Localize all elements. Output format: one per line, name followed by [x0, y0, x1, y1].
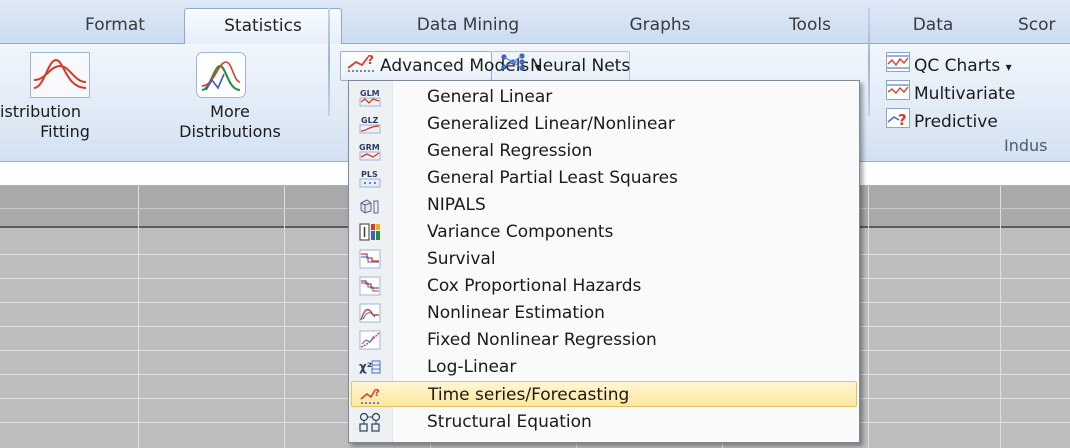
- menu-item-label: Fixed Nonlinear Regression: [427, 330, 657, 350]
- more-distributions-icon[interactable]: [196, 52, 246, 102]
- ribbon-tab-bar: Format Statistics Data Mining Graphs Too…: [0, 0, 1070, 45]
- tab-graphs[interactable]: Graphs: [600, 8, 720, 44]
- menu-item-label: NIPALS: [427, 195, 486, 215]
- dropdown-arrow-icon: ▾: [1005, 60, 1012, 74]
- ribbon-group-separator: [328, 8, 330, 116]
- more-distributions-label-2: Distributions: [179, 122, 281, 141]
- neural-network-icon: [500, 52, 526, 80]
- tab-statistics[interactable]: Statistics: [184, 8, 342, 45]
- menu-item-label: Cox Proportional Hazards: [427, 276, 642, 296]
- grid-column-line: [1000, 186, 1001, 448]
- menu-item-general-regression[interactable]: GRM General Regression: [351, 138, 857, 164]
- menu-item-fixed-nonlinear-regression[interactable]: Fixed Nonlinear Regression: [351, 327, 857, 353]
- menu-item-label: General Partial Least Squares: [427, 168, 678, 188]
- svg-text:χ²: χ²: [359, 360, 372, 374]
- tab-scorecard[interactable]: Scor: [1018, 8, 1070, 44]
- menu-item-general-linear[interactable]: GLM General Linear: [351, 84, 857, 110]
- loglinear-icon: χ²: [359, 357, 381, 377]
- svg-text:GRM: GRM: [359, 143, 380, 152]
- menu-item-nonlinear-estimation[interactable]: Nonlinear Estimation: [351, 300, 857, 326]
- variance-icon: [359, 222, 381, 242]
- tab-data[interactable]: Data: [898, 8, 968, 44]
- menu-item-survival[interactable]: Survival: [351, 246, 857, 272]
- menu-item-variance-components[interactable]: Variance Components: [351, 219, 857, 245]
- menu-item-label: Nonlinear Estimation: [427, 303, 605, 323]
- glz-icon: GLZ: [359, 114, 381, 134]
- menu-item-label: General Linear: [427, 87, 553, 107]
- menu-item-generalized-linear-nonlinear[interactable]: GLZ Generalized Linear/Nonlinear: [351, 111, 857, 137]
- menu-item-log-linear[interactable]: χ² Log-Linear: [351, 354, 857, 380]
- glm-icon: GLM: [359, 87, 381, 107]
- more-distributions-button[interactable]: More Distributions: [150, 102, 310, 142]
- menu-item-label: Survival: [427, 249, 496, 269]
- svg-text:?: ?: [898, 111, 907, 128]
- qc-charts-label: QC Charts: [914, 56, 1001, 76]
- menu-item-label: Generalized Linear/Nonlinear: [427, 114, 675, 134]
- predictive-icon: ?: [886, 108, 910, 136]
- distribution-fitting-button[interactable]: istribution Fitting: [0, 102, 140, 142]
- menu-item-nipals[interactable]: NIPALS: [351, 192, 857, 218]
- pls-icon: PLS: [359, 168, 381, 188]
- menu-item-label: General Regression: [427, 141, 593, 161]
- ribbon-group-separator: [868, 8, 870, 116]
- cox-icon: [359, 276, 381, 296]
- advanced-models-menu: GLM General Linear GLZ Generalized Linea…: [348, 80, 860, 443]
- distribution-fitting-label-1: istribution: [0, 102, 82, 121]
- qc-charts-button[interactable]: QC Charts ▾: [886, 52, 1012, 80]
- menu-item-general-partial-least-squares[interactable]: PLS General Partial Least Squares: [351, 165, 857, 191]
- distribution-fitting-label-2: Fitting: [40, 122, 90, 141]
- more-distributions-label-1: More: [210, 102, 250, 121]
- multivariate-button[interactable]: Multivariate: [886, 80, 1015, 108]
- multivariate-label: Multivariate: [914, 84, 1016, 104]
- menu-item-label: Log-Linear: [427, 357, 517, 377]
- menu-item-structural-equation[interactable]: Structural Equation: [351, 409, 857, 435]
- tab-tools[interactable]: Tools: [760, 8, 860, 44]
- survival-icon: [359, 249, 381, 269]
- multivariate-chart-icon: [886, 80, 910, 108]
- svg-text:?: ?: [374, 388, 380, 399]
- time-series-icon: ?: [346, 52, 376, 80]
- menu-item-label: Structural Equation: [427, 412, 592, 432]
- menu-item-time-series-forecasting[interactable]: ? Time series/Forecasting: [351, 381, 857, 407]
- neural-nets-button[interactable]: Neural Nets: [500, 52, 630, 80]
- industrial-group-label: Indus: [1004, 136, 1048, 155]
- distribution-fitting-icon[interactable]: [30, 52, 90, 102]
- grid-column-line: [868, 186, 869, 448]
- fixed-nonlinear-icon: [359, 330, 381, 350]
- nonlinear-icon: [359, 303, 381, 323]
- sem-icon: [359, 412, 381, 432]
- tab-data-mining[interactable]: Data Mining: [378, 8, 558, 44]
- svg-text:PLS: PLS: [361, 170, 378, 179]
- grid-column-line: [138, 186, 139, 448]
- menu-item-label: Variance Components: [427, 222, 614, 242]
- svg-text:GLZ: GLZ: [361, 116, 379, 125]
- grm-icon: GRM: [359, 141, 381, 161]
- tab-format[interactable]: Format: [40, 8, 190, 44]
- grid-column-line: [284, 186, 285, 448]
- predictive-label: Predictive: [914, 112, 998, 132]
- menu-item-cox-proportional-hazards[interactable]: Cox Proportional Hazards: [351, 273, 857, 299]
- svg-text:?: ?: [367, 53, 374, 67]
- qc-chart-icon: [886, 52, 910, 80]
- predictive-button[interactable]: ? Predictive: [886, 108, 998, 136]
- menu-item-label: Time series/Forecasting: [428, 385, 630, 405]
- svg-text:GLM: GLM: [360, 89, 380, 98]
- neural-nets-label: Neural Nets: [530, 56, 631, 76]
- nipals-icon: [359, 195, 381, 215]
- timeseries-icon: ?: [360, 385, 382, 405]
